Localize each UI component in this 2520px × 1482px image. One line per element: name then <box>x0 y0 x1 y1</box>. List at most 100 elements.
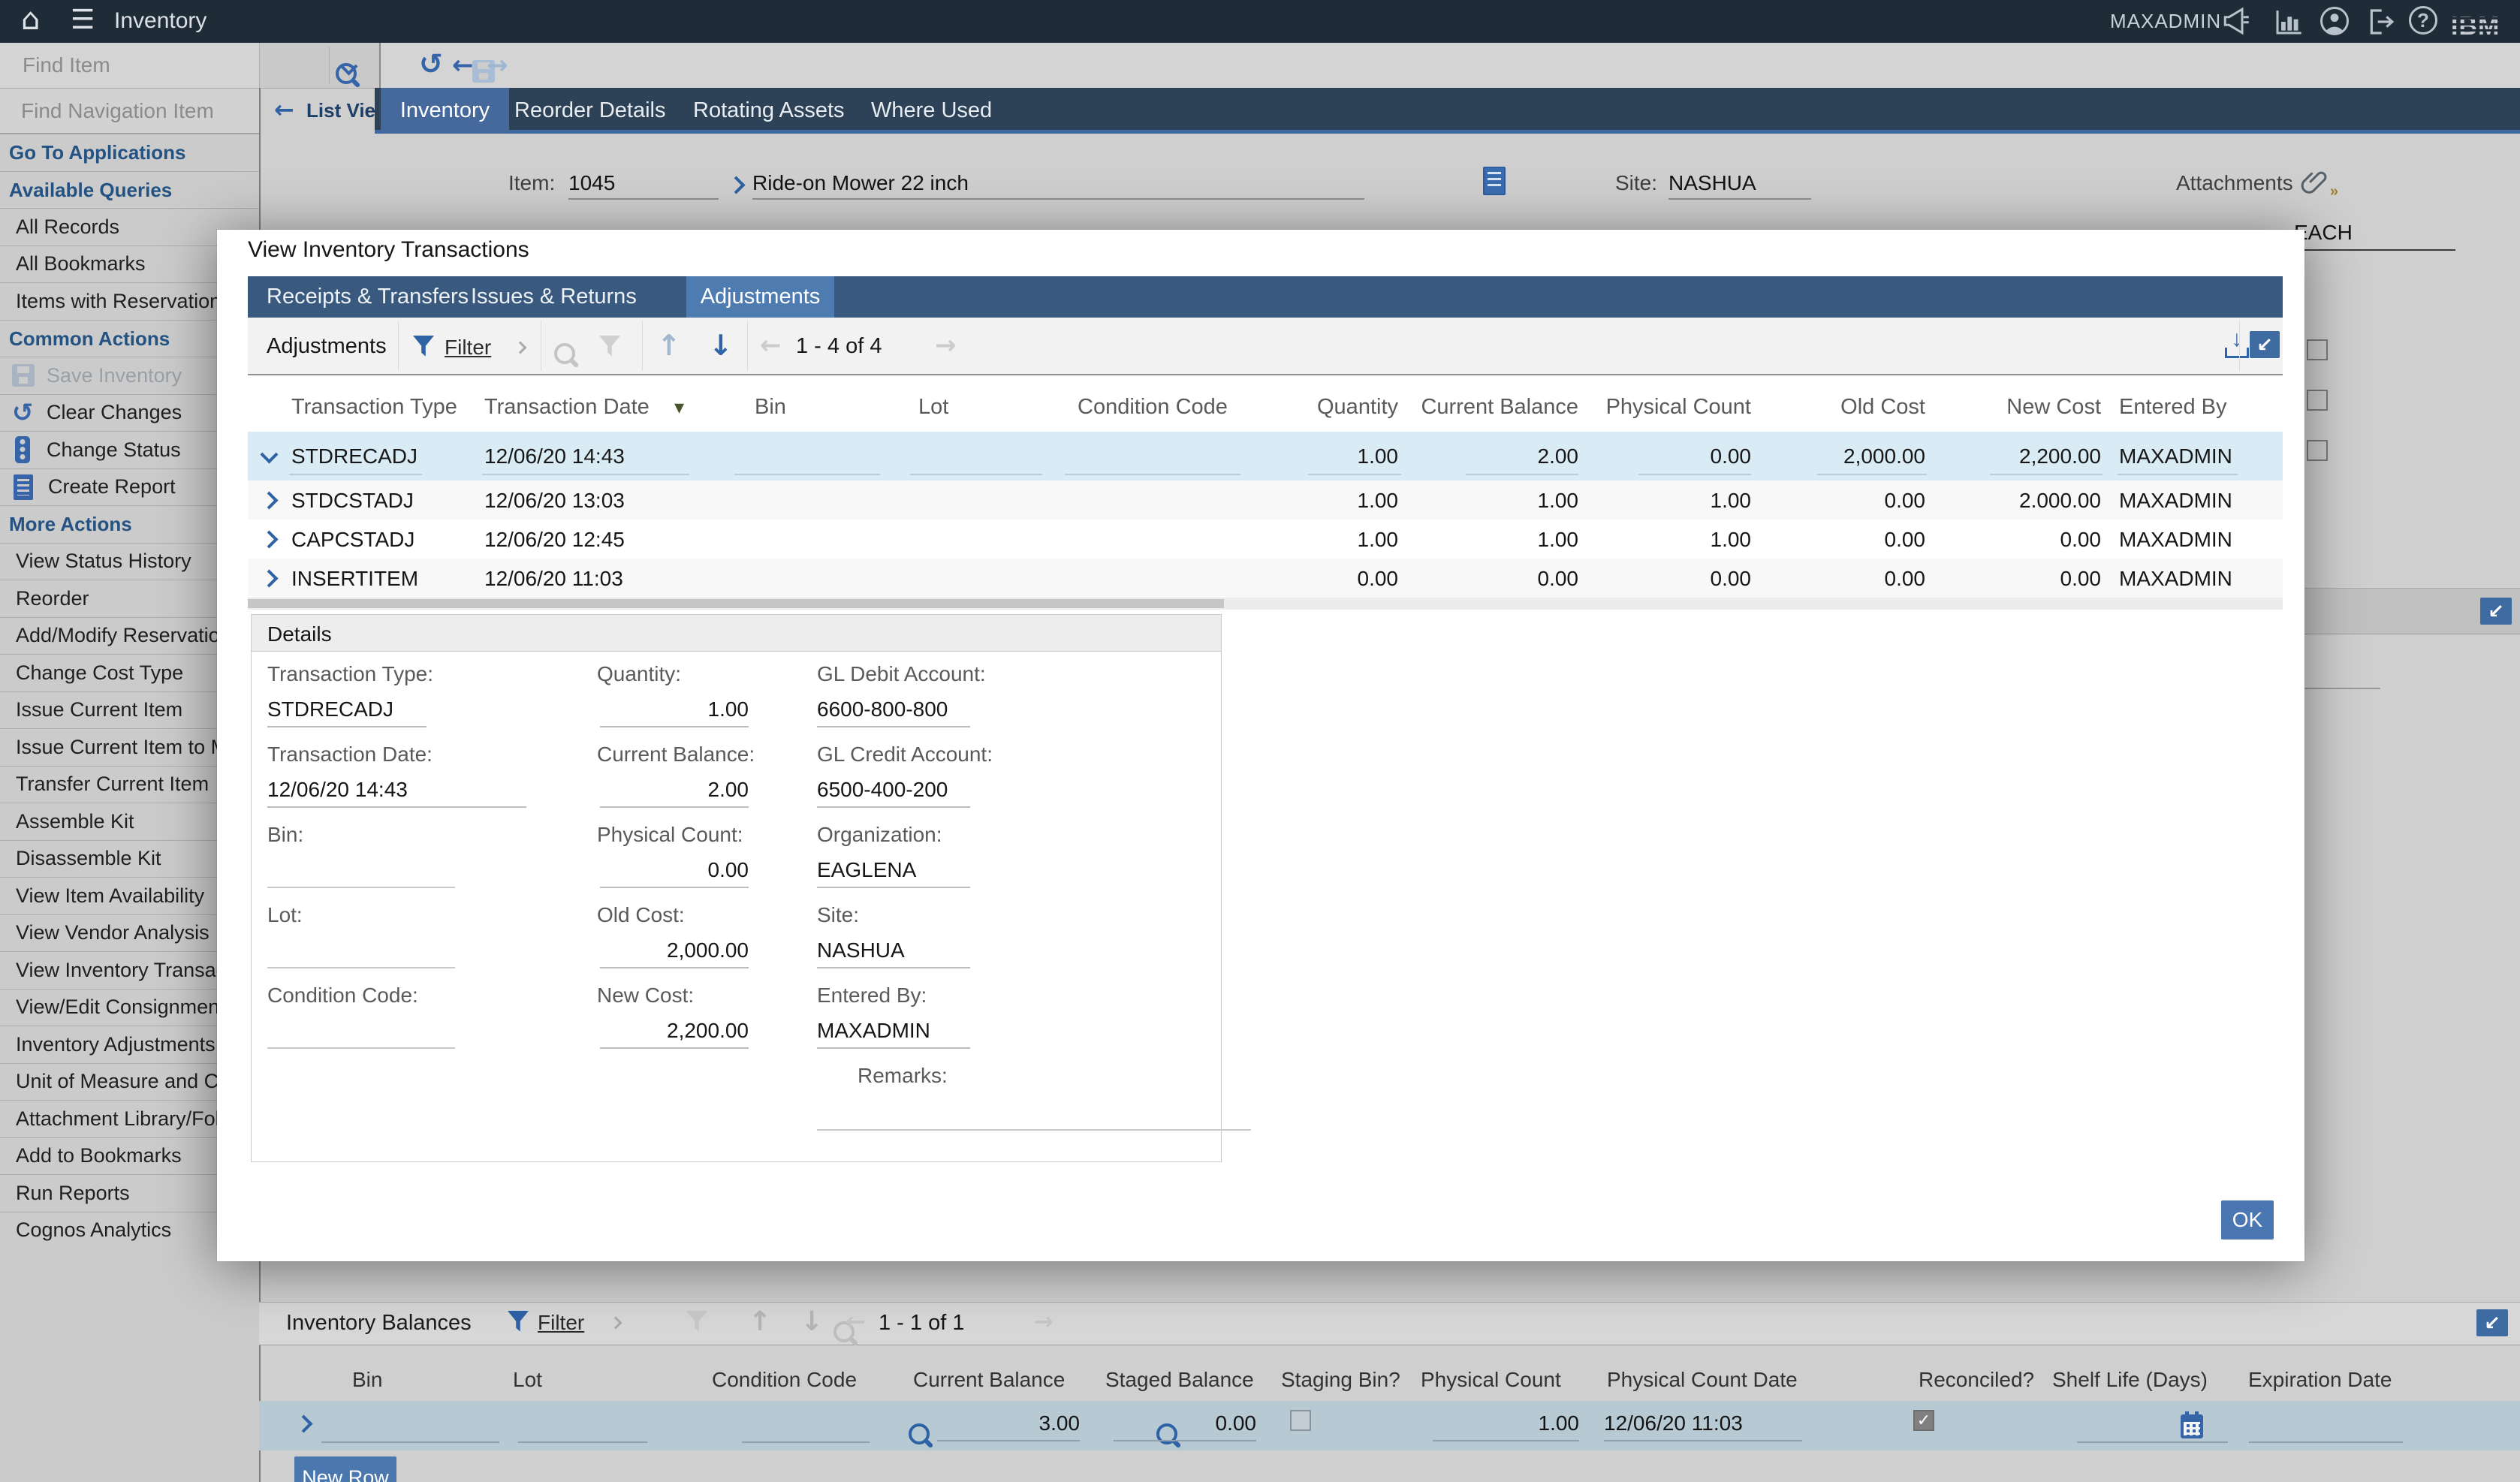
cell-new-cost[interactable]: 0.00 <box>1946 568 2101 589</box>
lot-search-icon[interactable] <box>909 1423 930 1444</box>
cell-new-cost[interactable]: 2,200.00 <box>1946 446 2101 467</box>
cell-current-balance[interactable]: 1.00 <box>1419 529 1578 550</box>
profile-icon[interactable] <box>2319 5 2350 41</box>
background-checkbox-1[interactable] <box>2307 339 2328 360</box>
filter-expand-chevron-icon[interactable] <box>514 342 527 354</box>
cell-transaction-type[interactable]: STDRECADJ <box>291 446 417 467</box>
current-balance-value[interactable]: 3.00 <box>937 1413 1080 1441</box>
col-entered-by[interactable]: Entered By <box>2119 383 2226 432</box>
staging-bin-checkbox[interactable] <box>1290 1410 1311 1431</box>
cell-physical-count[interactable]: 1.00 <box>1599 490 1751 511</box>
item-value-field[interactable]: 1045 <box>568 173 719 200</box>
col-physical-count[interactable]: Physical Count <box>1599 383 1751 432</box>
reconciled-checkbox[interactable] <box>1913 1410 1934 1431</box>
find-item-input[interactable]: Find Item <box>23 55 110 76</box>
dialog-restore-icon[interactable] <box>2250 331 2280 358</box>
cell-transaction-type[interactable]: INSERTITEM <box>291 568 418 589</box>
cell-new-cost[interactable]: 0.00 <box>1946 529 2101 550</box>
expand-chevron-icon[interactable] <box>260 530 278 548</box>
balances-col-shelf-life[interactable]: Shelf Life (Days) <box>2052 1369 2208 1390</box>
physical-count-value[interactable]: 1.00 <box>1433 1413 1579 1441</box>
shelf-life-field[interactable] <box>2077 1441 2228 1443</box>
back-arrow-icon[interactable] <box>452 53 474 78</box>
transaction-row[interactable]: STDRECADJ 12/06/20 14:43 1.00 2.00 0.00 … <box>248 432 2283 480</box>
cell-transaction-type[interactable]: CAPCSTADJ <box>291 529 414 550</box>
cell-physical-count[interactable]: 0.00 <box>1599 568 1751 589</box>
long-description-icon[interactable] <box>1483 167 1506 195</box>
cell-entered-by[interactable]: MAXADMIN <box>2119 490 2232 511</box>
cell-quantity[interactable]: 0.00 <box>1284 568 1398 589</box>
home-icon[interactable] <box>21 5 40 35</box>
col-transaction-type[interactable]: Transaction Type <box>291 383 457 432</box>
filter-icon[interactable] <box>413 336 434 358</box>
col-lot[interactable]: Lot <box>918 383 948 432</box>
balances-filter-link[interactable]: Filter <box>538 1312 584 1333</box>
attachments-label[interactable]: Attachments <box>2176 173 2293 194</box>
cell-current-balance[interactable]: 2.00 <box>1419 446 1578 467</box>
balances-restore-icon[interactable] <box>2476 1309 2508 1336</box>
tab-inventory[interactable]: Inventory <box>381 88 509 134</box>
reports-chart-icon[interactable] <box>2274 8 2304 40</box>
cell-physical-count[interactable]: 1.00 <box>1599 529 1751 550</box>
background-checkbox-2[interactable] <box>2307 390 2328 411</box>
bin-field[interactable] <box>321 1441 499 1443</box>
user-name[interactable]: MAXADMIN <box>2110 11 2221 31</box>
balances-col-current-balance[interactable]: Current Balance <box>913 1369 1065 1390</box>
item-description-field[interactable]: Ride-on Mower 22 inch <box>752 173 1364 200</box>
col-current-balance[interactable]: Current Balance <box>1419 383 1578 432</box>
download-icon[interactable] <box>2223 333 2250 358</box>
balances-col-expiration-date[interactable]: Expiration Date <box>2248 1369 2392 1390</box>
new-row-button[interactable]: New Row <box>294 1456 396 1482</box>
col-new-cost[interactable]: New Cost <box>1946 383 2101 432</box>
tab-where-used[interactable]: Where Used <box>871 100 992 122</box>
condition-code-field[interactable] <box>742 1441 870 1443</box>
expand-chevron-icon[interactable] <box>260 569 278 587</box>
col-quantity[interactable]: Quantity <box>1284 383 1398 432</box>
tab-issues-returns[interactable]: Issues & Returns <box>471 276 637 318</box>
physical-count-date-calendar-icon[interactable] <box>2181 1414 2203 1438</box>
menu-icon[interactable] <box>71 6 95 34</box>
expiration-date-field[interactable] <box>2249 1441 2403 1443</box>
cell-entered-by[interactable]: MAXADMIN <box>2119 446 2232 467</box>
background-checkbox-3[interactable] <box>2307 440 2328 461</box>
physical-count-date-value[interactable]: 12/06/20 11:03 <box>1604 1413 1802 1441</box>
collapse-chevron-icon[interactable] <box>260 445 278 463</box>
balances-col-condition-code[interactable]: Condition Code <box>712 1369 857 1390</box>
balances-col-reconciled[interactable]: Reconciled? <box>1919 1369 2034 1390</box>
table-horizontal-scrollbar[interactable] <box>248 598 2283 610</box>
help-icon[interactable]: ? <box>2409 6 2437 35</box>
tab-receipts-transfers[interactable]: Receipts & Transfers <box>267 276 469 318</box>
remarks-field[interactable] <box>817 1102 1251 1131</box>
expand-chevron-icon[interactable] <box>260 491 278 509</box>
paperclip-icon[interactable]: » <box>2299 167 2329 200</box>
cell-current-balance[interactable]: 1.00 <box>1419 490 1578 511</box>
uom-field[interactable]: EACH <box>2294 222 2455 251</box>
col-bin[interactable]: Bin <box>755 383 786 432</box>
col-transaction-date[interactable]: Transaction Date <box>484 383 650 432</box>
list-view-back-icon[interactable] <box>274 98 294 122</box>
scrollbar-thumb[interactable] <box>248 599 1224 608</box>
section-restore-icon[interactable] <box>2480 598 2512 625</box>
site-value-field[interactable]: NASHUA <box>1668 173 1811 200</box>
balances-col-bin[interactable]: Bin <box>352 1369 382 1390</box>
col-condition-code[interactable]: Condition Code <box>1078 383 1228 432</box>
logout-icon[interactable] <box>2365 7 2395 41</box>
next-row-icon[interactable] <box>709 331 733 360</box>
cell-physical-count[interactable]: 0.00 <box>1599 446 1751 467</box>
cell-new-cost[interactable]: 2.000.00 <box>1946 490 2101 511</box>
undo-icon[interactable] <box>419 50 443 79</box>
transaction-row[interactable]: CAPCSTADJ 12/06/20 12:45 1.00 1.00 1.00 … <box>248 520 2283 559</box>
find-navigation-input[interactable]: Find Navigation Item <box>21 101 214 122</box>
cell-quantity[interactable]: 1.00 <box>1284 490 1398 511</box>
cell-quantity[interactable]: 1.00 <box>1284 446 1398 467</box>
cell-transaction-date[interactable]: 12/06/20 13:03 <box>484 490 625 511</box>
transaction-row[interactable]: STDCSTADJ 12/06/20 13:03 1.00 1.00 1.00 … <box>248 480 2283 520</box>
cell-transaction-type[interactable]: STDCSTADJ <box>291 490 414 511</box>
cell-entered-by[interactable]: MAXADMIN <box>2119 568 2232 589</box>
cell-old-cost[interactable]: 2,000.00 <box>1772 446 1925 467</box>
cell-old-cost[interactable]: 0.00 <box>1772 490 1925 511</box>
filter-link[interactable]: Filter <box>445 337 491 358</box>
cell-entered-by[interactable]: MAXADMIN <box>2119 529 2232 550</box>
balances-col-staged-balance[interactable]: Staged Balance <box>1105 1369 1254 1390</box>
balances-col-physical-count[interactable]: Physical Count <box>1421 1369 1561 1390</box>
